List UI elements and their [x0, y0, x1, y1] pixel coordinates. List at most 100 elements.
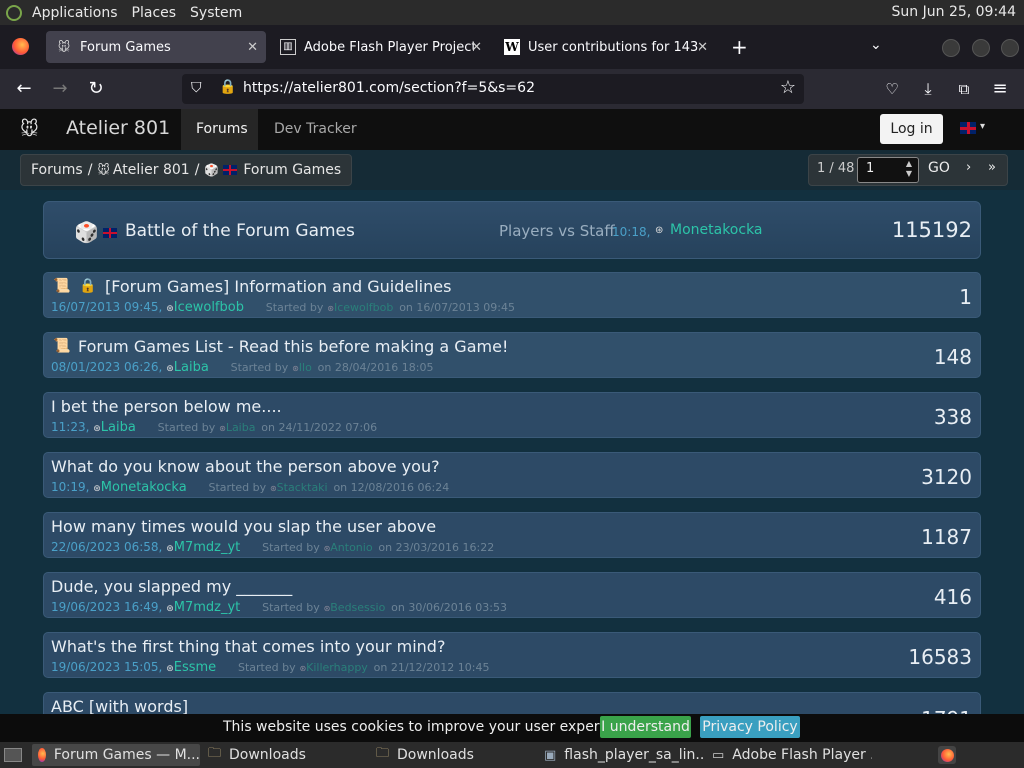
- thread-starter[interactable]: Ilo: [299, 361, 312, 374]
- tab-adobe-flash[interactable]: ▥ Adobe Flash Player Projecto ✕: [270, 31, 490, 63]
- new-tab-icon[interactable]: +: [731, 35, 748, 59]
- thread-title[interactable]: Forum Games List - Read this before maki…: [78, 337, 508, 356]
- thread-title[interactable]: How many times would you slap the user a…: [51, 517, 436, 536]
- featured-thread[interactable]: 🎲 Battle of the Forum Games Players vs S…: [43, 201, 981, 259]
- close-icon[interactable]: ✕: [697, 40, 708, 55]
- thread-title[interactable]: What's the first thing that comes into y…: [51, 637, 445, 656]
- thread-row[interactable]: I bet the person below me.... 11:23, ⊛La…: [43, 392, 981, 438]
- privacy-policy-label: Privacy Policy: [702, 719, 798, 735]
- language-flag-uk-icon[interactable]: [960, 122, 976, 134]
- forward-arrow-icon[interactable]: →: [48, 77, 72, 101]
- last-post-user[interactable]: M7mdz_yt: [174, 540, 241, 555]
- thread-row[interactable]: How many times would you slap the user a…: [43, 512, 981, 558]
- nav-dev-tracker[interactable]: Dev Tracker: [274, 121, 357, 137]
- thread-starter[interactable]: Antonio: [330, 541, 372, 554]
- wikipedia-icon: W: [504, 39, 520, 55]
- last-post-date: 16/07/2013 09:45,: [51, 300, 163, 314]
- page-number-input[interactable]: 1 ▲ ▼: [857, 157, 919, 183]
- last-post-user[interactable]: Laiba: [174, 360, 209, 375]
- thread-row[interactable]: Dude, you slapped my _______ 19/06/2023 …: [43, 572, 981, 618]
- thread-starter[interactable]: Icewolfbob: [334, 301, 393, 314]
- last-page-button[interactable]: »: [988, 160, 996, 175]
- url-text[interactable]: https://atelier801.com/section?f=5&s=62: [243, 80, 535, 96]
- thread-row[interactable]: 📜 Forum Games List - Read this before ma…: [43, 332, 981, 378]
- firefox-tray-icon[interactable]: [938, 746, 956, 764]
- privacy-policy-button[interactable]: Privacy Policy: [700, 716, 800, 738]
- bookmark-star-icon[interactable]: ☆: [780, 77, 796, 98]
- close-icon[interactable]: ✕: [471, 40, 482, 55]
- breadcrumb-forums[interactable]: Forums: [31, 162, 83, 178]
- atelier-logo-icon[interactable]: 🐭: [20, 119, 39, 140]
- thread-starter[interactable]: Stacktaki: [277, 481, 328, 494]
- tab-forum-games[interactable]: 🐭 Forum Games ✕: [46, 31, 266, 63]
- nav-forums[interactable]: Forums: [181, 109, 258, 150]
- language-chevron-down-icon[interactable]: ▾: [980, 121, 985, 132]
- tab-list-chevron-down-icon[interactable]: ⌄: [870, 37, 882, 53]
- user-bullet-icon: ⊛: [166, 364, 174, 374]
- menu-system[interactable]: System: [190, 5, 242, 21]
- breadcrumb-atelier[interactable]: Atelier 801: [113, 162, 190, 178]
- started-by-label: Started by: [208, 481, 267, 494]
- started-on: on 30/06/2016 03:53: [391, 601, 507, 614]
- menu-places[interactable]: Places: [132, 5, 177, 21]
- thread-starter[interactable]: Laiba: [226, 421, 256, 434]
- breadcrumb-forum-games[interactable]: Forum Games: [243, 162, 341, 178]
- thread-starter[interactable]: Killerhappy: [306, 661, 368, 674]
- thread-row[interactable]: 📜 🔒 [Forum Games] Information and Guidel…: [43, 272, 981, 318]
- site-logo-text[interactable]: Atelier 801: [66, 117, 170, 139]
- started-by-label: Started by: [262, 541, 320, 554]
- shield-icon[interactable]: ⛉: [191, 80, 202, 96]
- window-close-icon[interactable]: [1001, 39, 1019, 57]
- accept-cookies-button[interactable]: I understand: [600, 716, 691, 738]
- extensions-icon[interactable]: ⧉: [952, 77, 976, 101]
- featured-subtitle: Players vs Staff: [499, 222, 615, 240]
- thread-title[interactable]: Dude, you slapped my _______: [51, 577, 292, 596]
- go-button[interactable]: GO: [928, 160, 950, 176]
- thread-row[interactable]: ABC [with words] 1791: [43, 692, 981, 714]
- featured-title[interactable]: Battle of the Forum Games: [125, 221, 355, 241]
- thread-starter[interactable]: Bedsessio: [330, 601, 385, 614]
- taskbar-item-downloads-2[interactable]: 🗀 Downloads: [370, 744, 536, 766]
- thread-title[interactable]: ABC [with words]: [51, 697, 188, 714]
- thread-title[interactable]: What do you know about the person above …: [51, 457, 440, 476]
- thread-title[interactable]: I bet the person below me....: [51, 397, 282, 416]
- firefox-menu-icon[interactable]: [12, 38, 29, 55]
- started-on: on 12/08/2016 06:24: [333, 481, 450, 494]
- window-minimize-icon[interactable]: [942, 39, 960, 57]
- last-post-user[interactable]: M7mdz_yt: [174, 600, 241, 615]
- show-desktop-icon[interactable]: [4, 748, 22, 762]
- pocket-icon[interactable]: ♡: [880, 77, 904, 101]
- spinner-icon[interactable]: ▲ ▼: [902, 159, 916, 179]
- thread-title[interactable]: [Forum Games] Information and Guidelines: [105, 277, 451, 296]
- taskbar-item-flash-player-archive[interactable]: ▣ flash_player_sa_lin...: [538, 744, 704, 766]
- flag-uk-icon: [103, 228, 117, 238]
- last-post-user[interactable]: Icewolfbob: [174, 300, 244, 315]
- taskbar-item-firefox[interactable]: Forum Games — M...: [32, 744, 200, 766]
- reply-count: 1: [959, 285, 972, 309]
- next-page-button[interactable]: ›: [966, 160, 971, 175]
- login-button[interactable]: Log in: [880, 114, 943, 144]
- user-bullet-icon: ⊛: [219, 424, 226, 433]
- system-clock[interactable]: Sun Jun 25, 09:44: [892, 4, 1016, 20]
- hamburger-menu-icon[interactable]: ≡: [988, 77, 1012, 101]
- url-bar[interactable]: ⛉ 🔒 https://atelier801.com/section?f=5&s…: [182, 74, 804, 104]
- reply-count: 1791: [921, 707, 972, 714]
- thread-row[interactable]: What's the first thing that comes into y…: [43, 632, 981, 678]
- last-post-user[interactable]: Laiba: [101, 420, 136, 435]
- thread-row[interactable]: What do you know about the person above …: [43, 452, 981, 498]
- user-bullet-icon: ⊛: [166, 544, 174, 554]
- last-post-user[interactable]: Monetakocka: [101, 480, 187, 495]
- close-icon[interactable]: ✕: [247, 40, 258, 55]
- back-arrow-icon[interactable]: ←: [12, 77, 36, 101]
- system-logo-icon[interactable]: [6, 4, 22, 21]
- featured-user[interactable]: Monetakocka: [670, 222, 763, 238]
- tab-user-contributions[interactable]: W User contributions for 143.2. ✕: [494, 31, 716, 63]
- download-icon[interactable]: ⤓: [916, 77, 940, 101]
- taskbar-item-downloads-1[interactable]: 🗀 Downloads: [202, 744, 368, 766]
- window-maximize-icon[interactable]: [972, 39, 990, 57]
- menu-applications[interactable]: Applications: [32, 5, 118, 21]
- reload-icon[interactable]: ↻: [84, 77, 108, 101]
- lock-icon[interactable]: 🔒: [219, 79, 236, 95]
- last-post-user[interactable]: Essme: [174, 660, 216, 675]
- taskbar-item-adobe-flash-player[interactable]: ▭ Adobe Flash Player ...: [706, 744, 872, 766]
